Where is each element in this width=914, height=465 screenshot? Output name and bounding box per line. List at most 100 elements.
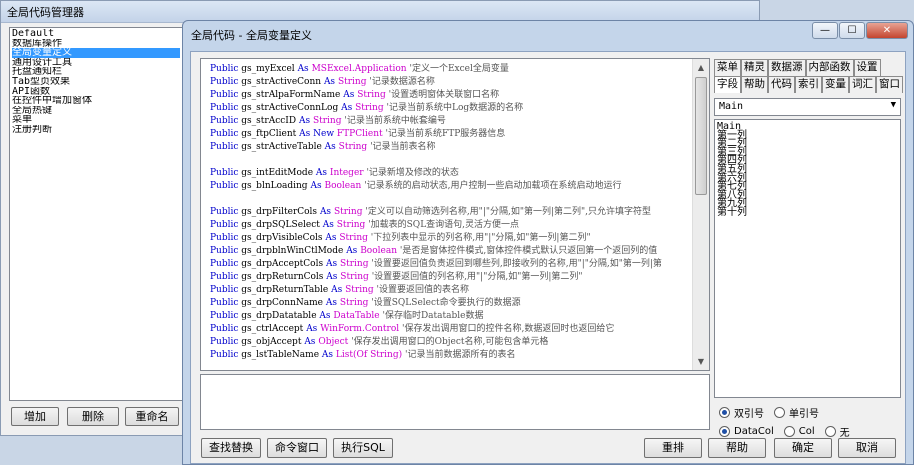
radio-label: 双引号	[734, 409, 764, 420]
code-comment: '记录当前系统中帐套编号	[344, 116, 446, 126]
tab-item[interactable]: 精灵	[741, 59, 768, 76]
ok-button[interactable]: 确定	[774, 438, 832, 458]
code-comment: '定义一个Excel全局变量	[409, 64, 509, 74]
code-comment: '记录当前系统中Log数据源的名称	[386, 103, 524, 113]
dropdown-arrow-icon[interactable]: ▼	[891, 100, 896, 110]
global-variable-dialog: 全局代码 - 全局变量定义 — ☐ ✕ Public gs_myExcel As…	[182, 20, 914, 465]
add-button[interactable]: 增加	[11, 407, 59, 426]
list-item[interactable]: 数据库操作	[12, 39, 180, 49]
code-as-keyword: As	[306, 324, 318, 334]
code-line: Public gs_strAccID As String '记录当前系统中帐套编…	[210, 115, 695, 128]
code-type: String	[340, 272, 369, 282]
command-window-button[interactable]: 命令窗口	[267, 438, 327, 458]
code-type: String	[333, 207, 363, 217]
tab-item[interactable]: 索引	[795, 76, 822, 93]
code-keyword: Public	[210, 116, 239, 126]
maximize-button[interactable]: ☐	[839, 22, 865, 39]
code-identifier: gs_objAccept	[241, 337, 302, 347]
code-type: DataTable	[333, 311, 380, 321]
code-line: Public gs_ftpClient As New FTPClient '记录…	[210, 128, 695, 141]
radio-option[interactable]: 无	[824, 424, 850, 439]
code-identifier: gs_drpReturnTable	[241, 285, 329, 295]
list-item[interactable]: 在控件中增加窗体	[12, 96, 180, 106]
code-as-keyword: As	[322, 220, 334, 230]
list-item[interactable]: 菜单	[12, 115, 180, 125]
code-keyword: Public	[210, 298, 239, 308]
list-item[interactable]: 全局变量定义	[12, 48, 180, 58]
code-identifier: gs_blnLoading	[241, 181, 308, 191]
help-button[interactable]: 帮助	[708, 438, 766, 458]
minimize-button[interactable]: —	[812, 22, 838, 39]
dialog-title: 全局代码 - 全局变量定义	[191, 29, 312, 42]
list-item[interactable]: 托盘通知栏	[12, 67, 180, 77]
delete-button[interactable]: 删除	[67, 407, 119, 426]
column-item[interactable]: 第十列	[717, 208, 898, 218]
tab-item[interactable]: 菜单	[714, 59, 741, 76]
radio-option[interactable]: 单引号	[774, 405, 819, 420]
code-scrollbar[interactable]: ▲ ▼	[692, 59, 709, 370]
reorder-button[interactable]: 重排	[644, 438, 702, 458]
code-identifier: gs_lstTableName	[241, 350, 320, 360]
table-dropdown[interactable]: Main ▼	[714, 98, 901, 116]
scroll-thumb[interactable]	[695, 77, 707, 195]
radio-button-icon[interactable]	[824, 426, 836, 437]
code-identifier: gs_drpFilterCols	[241, 207, 318, 217]
code-as-keyword: As	[343, 90, 355, 100]
code-identifier: gs_drpblnWinCtlMode	[241, 246, 344, 256]
radio-option[interactable]: 双引号	[719, 405, 764, 420]
code-keyword: Public	[210, 142, 239, 152]
list-item[interactable]: 全局热键	[12, 106, 180, 116]
tab-item[interactable]: 数据源	[768, 59, 806, 76]
scroll-up-icon[interactable]: ▲	[693, 59, 709, 76]
radio-button-icon[interactable]	[719, 407, 730, 418]
execute-sql-button[interactable]: 执行SQL	[333, 438, 393, 458]
code-line: Public gs_strActiveConnLog As String '记录…	[210, 102, 695, 115]
tab-item[interactable]: 词汇	[849, 76, 876, 93]
tab-item[interactable]: 设置	[853, 59, 881, 76]
list-item[interactable]: 通用设计工具	[12, 58, 180, 68]
code-section-list[interactable]: Default 数据库操作 全局变量定义 通用设计工具 托盘通知栏 Tab型页效果 API函…	[9, 27, 183, 401]
radio-button-icon[interactable]	[774, 407, 785, 418]
find-replace-button[interactable]: 查找替换	[201, 438, 261, 458]
code-comment: '设置要返回值的表名称	[376, 285, 470, 295]
list-item[interactable]: API函数	[12, 87, 180, 97]
close-button[interactable]: ✕	[866, 22, 908, 39]
code-editor[interactable]: Public gs_myExcel As MSExcel.Application…	[200, 58, 710, 371]
list-item[interactable]: Tab型页效果	[12, 77, 180, 87]
code-type: String	[345, 285, 374, 295]
tab-item[interactable]: 内部函数	[805, 59, 854, 76]
code-comment: '设置SQLSelect命令要执行的数据源	[371, 298, 521, 308]
tab-item[interactable]: 字段	[714, 76, 741, 93]
description-textbox[interactable]	[200, 374, 710, 430]
list-item[interactable]: Default	[12, 29, 180, 39]
tab-item[interactable]: 帮助	[741, 76, 768, 93]
code-keyword: Public	[210, 259, 239, 269]
code-lines: Public gs_myExcel As MSExcel.Application…	[210, 63, 695, 362]
tab-item[interactable]: 窗口	[876, 76, 903, 93]
tab-item[interactable]: 代码	[768, 76, 795, 93]
cancel-button[interactable]: 取消	[838, 438, 896, 458]
side-tabs: 菜单 精灵 数据源 内部函数 设置 字段 帮助 代码 索引 变量 词汇 窗口	[714, 59, 906, 93]
code-type: String	[312, 116, 342, 126]
code-comment: '记录当前数据源所有的表名	[405, 350, 516, 360]
code-as-keyword: As	[298, 116, 311, 126]
code-as-keyword: As	[341, 103, 353, 113]
scroll-down-icon[interactable]: ▼	[693, 353, 709, 370]
code-keyword: Public	[210, 272, 239, 282]
radio-label: DataCol	[734, 426, 774, 437]
code-line: Public gs_strAlpaFormName As String '设置透…	[210, 89, 695, 102]
column-list[interactable]: Main 第一列 第二列 第三列 第四列 第五列 第六列 第七列 第八列 第九列 第十列	[714, 119, 901, 398]
tab-item[interactable]: 变量	[822, 76, 849, 93]
code-line: Public gs_strActiveTable As String '记录当前…	[210, 141, 695, 154]
radio-option[interactable]: DataCol	[719, 424, 774, 439]
list-item[interactable]: 注册判断	[12, 125, 180, 135]
code-keyword: Public	[210, 129, 239, 139]
code-type: String	[339, 259, 369, 269]
radio-button-icon[interactable]	[783, 426, 795, 437]
radio-option[interactable]: Col	[783, 424, 815, 439]
rename-button[interactable]: 重命名	[125, 407, 179, 426]
code-type: String	[338, 142, 368, 152]
code-identifier: gs_ftpClient	[241, 129, 297, 139]
code-line: Public gs_drpReturnTable As String '设置要返…	[210, 284, 695, 297]
radio-button-icon[interactable]	[719, 426, 730, 437]
